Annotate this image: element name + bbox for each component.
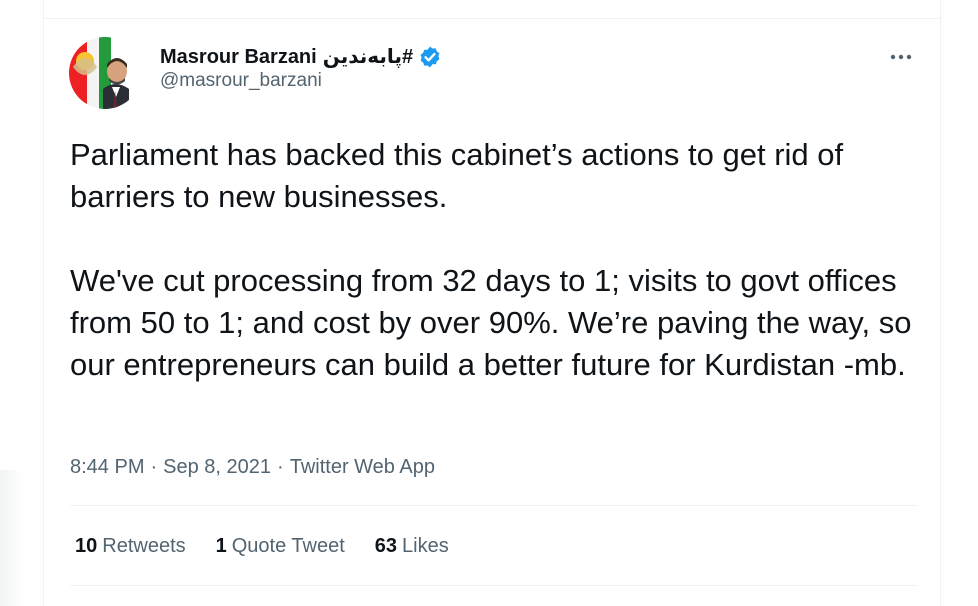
author-hashtag: #پابەندین [322,46,414,68]
quote-tweets-count: 1 [215,535,227,557]
metadata-divider [70,505,918,506]
meta-separator: · [277,456,284,478]
top-divider [44,18,942,19]
quote-tweets-stat[interactable]: 1 Quote Tweet [216,532,345,560]
likes-count: 63 [374,535,398,557]
more-options-button[interactable] [886,45,916,69]
tweet-date[interactable]: Sep 8, 2021 [163,456,271,478]
stats-divider [70,585,918,586]
author-block: Masrour Barzani #پابەندین @masrour_barza… [160,41,442,93]
avatar-image [69,37,141,109]
likes-stat[interactable]: 63 Likes [375,532,449,560]
engagement-stats: 10 Retweets 1 Quote Tweet 63 Likes [75,532,479,560]
tweet-metadata: 8:44 PM · Sep 8, 2021 · Twitter Web App [70,452,435,482]
background-edge [0,470,22,606]
tweet-text: Parliament has backed this cabinet’s act… [70,137,912,382]
page: Masrour Barzani #پابەندین @masrour_barza… [0,0,978,606]
verified-badge-icon [418,45,442,69]
retweets-label: Retweets [102,535,186,557]
meta-separator: · [150,456,158,478]
quote-tweets-label: Quote Tweet [231,535,345,557]
tweet-card: Masrour Barzani #پابەندین @masrour_barza… [43,0,942,606]
tweet-source[interactable]: Twitter Web App [290,456,435,478]
more-horizontal-icon [890,54,912,60]
retweets-count: 10 [75,535,98,557]
tweet-time[interactable]: 8:44 PM [70,456,144,478]
likes-label: Likes [402,535,449,557]
avatar[interactable] [69,37,141,109]
retweets-stat[interactable]: 10 Retweets [75,532,186,560]
